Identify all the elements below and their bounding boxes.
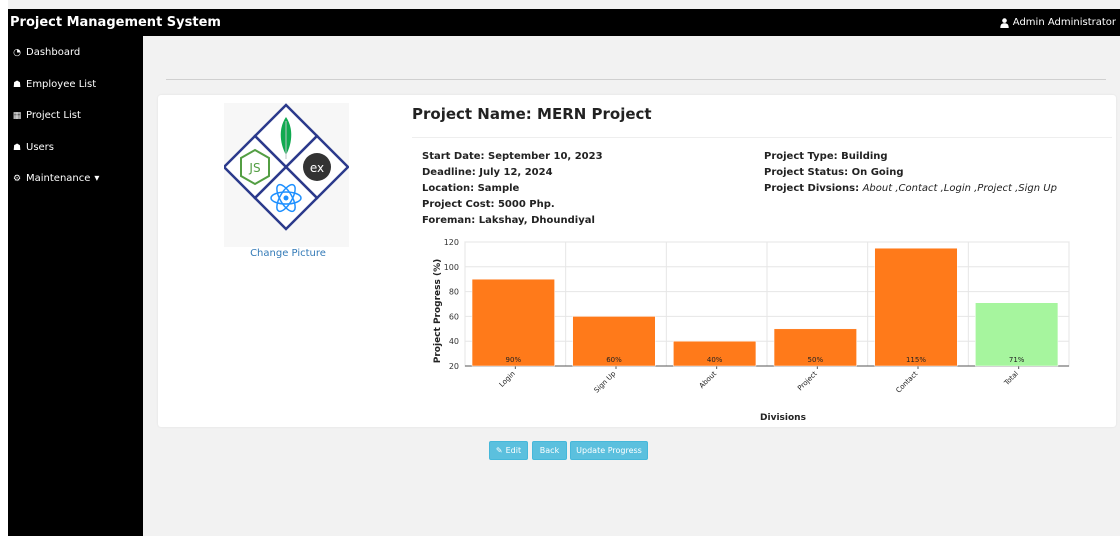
bar-value-label: 90% — [506, 356, 522, 364]
x-tick-label: Sign Up — [593, 369, 618, 394]
sidebar-item-dashboard[interactable]: ◔ Dashboard — [12, 47, 80, 58]
users-icon: ☗ — [12, 142, 22, 153]
building-icon: ▦ — [12, 110, 22, 121]
page-title: Project Name: MERN Project — [412, 105, 652, 123]
sidebar-item-label: Employee List — [26, 79, 97, 90]
divider — [412, 137, 1112, 138]
bar-login — [471, 278, 555, 367]
y-tick-label: 100 — [444, 263, 459, 272]
y-tick-label: 120 — [444, 238, 459, 247]
bar-value-label: 60% — [606, 356, 622, 364]
caret-down-icon: ▾ — [94, 173, 100, 184]
start-date: Start Date: September 10, 2023 — [422, 151, 603, 162]
project-name-label: Project Name: — [412, 105, 532, 123]
y-tick-label: 20 — [449, 362, 459, 371]
sidebar-item-project-list[interactable]: ▦ Project List — [12, 110, 81, 121]
app-title[interactable]: Project Management System — [10, 15, 221, 30]
x-tick-label: Login — [498, 370, 517, 389]
project-divisions: Project Divsions: About ,Contact ,Login … — [764, 183, 1057, 194]
change-picture-link[interactable]: Change Picture — [218, 248, 358, 259]
sidebar-item-label: Dashboard — [26, 47, 81, 58]
sidebar-item-employee-list[interactable]: ☗ Employee List — [12, 79, 96, 90]
main-content: JS ex Change Picture Project Name: MERN … — [143, 36, 1120, 536]
sidebar-item-label: Users — [26, 142, 55, 153]
project-divisions-label: Project Divsions: — [764, 183, 860, 194]
top-navbar: Project Management System Admin Administ… — [8, 9, 1120, 36]
x-tick-label: Contact — [894, 370, 919, 395]
x-tick-label: Project — [796, 370, 819, 393]
users-icon: ☗ — [12, 79, 22, 90]
edit-button-label: Edit — [505, 446, 522, 455]
back-button[interactable]: Back — [532, 441, 567, 460]
sidebar: ◔ Dashboard ☗ Employee List ▦ Project Li… — [8, 36, 143, 536]
user-name: Admin Administrator — [1012, 17, 1116, 28]
deadline: Deadline: July 12, 2024 — [422, 167, 553, 178]
project-cost: Project Cost: 5000 Php. — [422, 199, 555, 210]
update-progress-button-label: Update Progress — [576, 446, 642, 455]
edit-icon: ✎ — [495, 446, 503, 455]
update-progress-button[interactable]: Update Progress — [570, 441, 648, 460]
svg-text:JS: JS — [248, 161, 260, 175]
sidebar-item-label: Project List — [26, 110, 81, 121]
bar-value-label: 115% — [906, 356, 926, 364]
left-edge — [0, 0, 8, 536]
bar-value-label: 40% — [707, 356, 723, 364]
y-tick-label: 60 — [449, 312, 459, 321]
cogs-icon: ⚙ — [12, 173, 22, 184]
edit-button[interactable]: ✎ Edit — [489, 441, 528, 460]
x-axis-label: Divisions — [760, 413, 806, 423]
project-name: MERN Project — [537, 105, 652, 123]
project-type: Project Type: Building — [764, 151, 888, 162]
bar-contact — [874, 247, 958, 367]
user-icon — [1000, 17, 1009, 28]
project-status: Project Status: On Going — [764, 167, 904, 178]
project-card: JS ex Change Picture Project Name: MERN … — [158, 95, 1116, 427]
svg-text:ex: ex — [310, 161, 324, 175]
sidebar-item-label: Maintenance — [26, 173, 91, 184]
y-tick-label: 40 — [449, 337, 459, 346]
x-tick-label: Total — [1002, 370, 1020, 388]
user-menu[interactable]: Admin Administrator — [1000, 17, 1116, 28]
sidebar-item-users[interactable]: ☗ Users — [12, 142, 54, 153]
foreman: Foreman: Lakshay, Dhoundiyal — [422, 215, 595, 226]
x-tick-label: About — [698, 370, 718, 390]
location: Location: Sample — [422, 183, 520, 194]
divider — [166, 79, 1106, 80]
sidebar-item-maintenance[interactable]: ⚙ Maintenance ▾ — [12, 173, 99, 184]
back-button-label: Back — [539, 446, 560, 455]
y-tick-label: 80 — [449, 288, 459, 297]
project-divisions-value: About ,Contact ,Login ,Project ,Sign Up — [862, 183, 1057, 194]
progress-chart: 20 40 60 80 100 120 90% Login 60% Sign Up 40% About… — [433, 238, 1070, 423]
bar-value-label: 71% — [1009, 356, 1025, 364]
project-picture: JS ex — [222, 103, 350, 247]
y-axis-label: Project Progress (%) — [433, 259, 443, 363]
bar-value-label: 50% — [808, 356, 824, 364]
dashboard-icon: ◔ — [13, 47, 21, 58]
